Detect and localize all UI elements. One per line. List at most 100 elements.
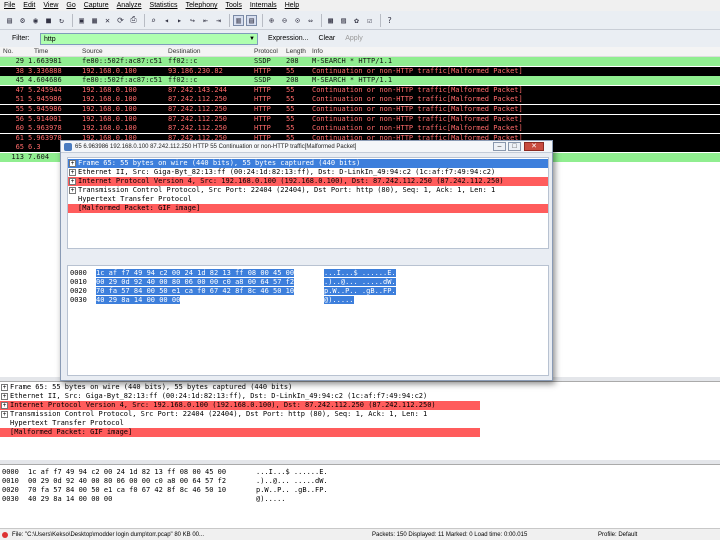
column-header-length[interactable]: Length: [286, 48, 306, 55]
column-header-info[interactable]: Info: [312, 48, 323, 55]
print-icon[interactable]: ⎙: [128, 15, 139, 26]
hex-bytes[interactable]: 70 fa 57 84 00 50 e1 ca f0 67 42 8f 8c 4…: [96, 287, 295, 295]
find-icon[interactable]: ⌕: [148, 15, 159, 26]
tree-row[interactable]: Hypertext Transfer Protocol: [68, 195, 548, 204]
hex-bytes[interactable]: 00 29 0d 92 40 00 80 06 00 00 c0 a8 00 6…: [96, 278, 295, 286]
restart-capture-icon[interactable]: ↻: [56, 15, 67, 26]
hex-ascii[interactable]: p.W..P.. .gB..FP.: [256, 486, 328, 494]
hex-bytes[interactable]: 1c af f7 49 94 c2 00 24 1d 82 13 ff 08 0…: [28, 468, 226, 476]
tree-row[interactable]: + Frame 65: 55 bytes on wire (440 bits), …: [0, 383, 480, 392]
packet-row[interactable]: 38 3.336888 192.168.0.100 93.186.230.82 HTTP…: [0, 66, 720, 76]
menu-item-tools[interactable]: Tools: [225, 2, 241, 9]
column-header-no[interactable]: No.: [3, 48, 13, 55]
preferences-icon[interactable]: ☑: [364, 15, 375, 26]
window-title[interactable]: 65 6.963986 192.168.0.100 87.242.112.250…: [61, 141, 552, 153]
menu-item-capture[interactable]: Capture: [84, 2, 109, 9]
hex-bytes[interactable]: 70 fa 57 84 00 50 e1 ca f0 67 42 8f 8c 4…: [28, 486, 226, 494]
hex-ascii[interactable]: .)..@... .....dW.: [324, 278, 396, 286]
menu-item-statistics[interactable]: Statistics: [150, 2, 178, 9]
maximize-button[interactable]: □: [508, 142, 521, 151]
capture-options-icon[interactable]: ⚙: [17, 15, 28, 26]
column-header-source[interactable]: Source: [82, 48, 103, 55]
packet-details-pane[interactable]: + Frame 65: 55 bytes on wire (440 bits), …: [0, 381, 720, 460]
expression-button[interactable]: Expression...: [268, 35, 308, 42]
stop-capture-icon[interactable]: ■: [43, 15, 54, 26]
go-back-icon[interactable]: ◂: [161, 15, 172, 26]
reload-icon[interactable]: ⟳: [115, 15, 126, 26]
tree-row[interactable]: + Transmission Control Protocol, Src Port…: [68, 186, 548, 195]
menu-item-go[interactable]: Go: [66, 2, 75, 9]
packet-row[interactable]: 51 5.945986 192.168.0.100 87.242.112.250 HTT…: [0, 95, 720, 105]
menu-item-analyze[interactable]: Analyze: [117, 2, 142, 9]
help-icon[interactable]: ?: [384, 15, 395, 26]
column-header-protocol[interactable]: Protocol: [254, 48, 278, 55]
hex-ascii[interactable]: ...I...$ ......E.: [256, 468, 328, 476]
zoom-in-icon[interactable]: ⊕: [266, 15, 277, 26]
hex-ascii[interactable]: p.W..P.. .gB..FP.: [324, 287, 396, 295]
expand-icon[interactable]: +: [1, 393, 8, 400]
start-capture-icon[interactable]: ◉: [30, 15, 41, 26]
hex-bytes[interactable]: 40 29 8a 14 00 00 00: [96, 296, 181, 304]
zoom-out-icon[interactable]: ⊖: [279, 15, 290, 26]
packet-row[interactable]: 29 1.663981 fe80::502f:ac87:c51 ff02::c SSDP…: [0, 57, 720, 66]
go-to-packet-icon[interactable]: ↪: [187, 15, 198, 26]
packet-row[interactable]: 47 5.245944 192.168.0.100 87.242.143.244 HTT…: [0, 85, 720, 95]
go-forward-icon[interactable]: ▸: [174, 15, 185, 26]
menu-item-view[interactable]: View: [43, 2, 58, 9]
tree-row[interactable]: + Internet Protocol Version 4, Src: 192.1…: [68, 177, 548, 186]
hex-ascii[interactable]: @).....: [324, 296, 354, 304]
packet-window[interactable]: 65 6.963986 192.168.0.100 87.242.112.250…: [60, 140, 553, 381]
hex-ascii[interactable]: ...I...$ ......E.: [324, 269, 396, 277]
colorize-icon[interactable]: ▥: [233, 14, 244, 26]
tree-row[interactable]: + Ethernet II, Src: Giga-Byt_82:13:ff (00…: [68, 168, 548, 177]
expand-icon[interactable]: +: [69, 178, 76, 185]
hex-ascii[interactable]: .)..@... .....dW.: [256, 477, 328, 485]
column-header-time[interactable]: Time: [34, 48, 48, 55]
interface-list-icon[interactable]: ▤: [4, 15, 15, 26]
clear-button[interactable]: Clear: [318, 35, 335, 42]
save-file-icon[interactable]: ▦: [89, 15, 100, 26]
packet-row[interactable]: 45 4.604686 fe80::502f:ac87:c51 ff02::c SSDP…: [0, 76, 720, 86]
last-packet-icon[interactable]: ⇥: [213, 15, 224, 26]
open-file-icon[interactable]: ▣: [76, 15, 87, 26]
expert-info-icon[interactable]: [2, 532, 8, 538]
display-filters-icon[interactable]: ▨: [338, 15, 349, 26]
window-bytes-view[interactable]: 0000 1c af f7 49 94 c2 00 24 1d 82 13 ff …: [67, 265, 549, 376]
menu-item-telephony[interactable]: Telephony: [186, 2, 218, 9]
packet-row[interactable]: 60 5.963978 192.168.0.100 87.242.112.250 HTT…: [0, 124, 720, 134]
hex-bytes[interactable]: 00 29 0d 92 40 00 80 06 00 00 c0 a8 00 6…: [28, 477, 226, 485]
column-header-destination[interactable]: Destination: [168, 48, 201, 55]
menu-item-help[interactable]: Help: [285, 2, 299, 9]
menu-item-edit[interactable]: Edit: [23, 2, 35, 9]
apply-button[interactable]: Apply: [345, 35, 363, 42]
chevron-down-icon[interactable]: ▼: [249, 34, 255, 45]
packet-bytes-pane[interactable]: 0000 1c af f7 49 94 c2 00 24 1d 82 13 ff …: [0, 464, 720, 528]
display-filter-input[interactable]: http ▼: [40, 32, 258, 45]
zoom-normal-icon[interactable]: ⊙: [292, 15, 303, 26]
expand-icon[interactable]: +: [1, 384, 8, 391]
close-file-icon[interactable]: ✕: [102, 15, 113, 26]
coloring-rules-icon[interactable]: ✿: [351, 15, 362, 26]
packet-row[interactable]: 55 5.945986 192.168.0.100 87.242.112.250 HTT…: [0, 105, 720, 114]
auto-scroll-icon[interactable]: ▤: [246, 14, 257, 26]
packet-row[interactable]: 56 5.914001 192.168.0.100 87.242.112.250 HTT…: [0, 114, 720, 124]
hex-bytes[interactable]: 40 29 8a 14 00 00 00: [28, 495, 112, 503]
tree-row[interactable]: + Internet Protocol Version 4, Src: 192.1…: [0, 401, 480, 410]
minimize-button[interactable]: –: [493, 142, 506, 151]
status-profile[interactable]: Profile: Default: [598, 529, 637, 540]
first-packet-icon[interactable]: ⇤: [200, 15, 211, 26]
resize-columns-icon[interactable]: ⇔: [305, 15, 316, 26]
capture-filters-icon[interactable]: ▩: [325, 15, 336, 26]
expand-icon[interactable]: +: [69, 187, 76, 194]
window-details-tree[interactable]: + Frame 65: 55 bytes on wire (440 bits), …: [67, 157, 549, 249]
menu-item-internals[interactable]: Internals: [250, 2, 277, 9]
tree-row[interactable]: [Malformed Packet: GIF image]: [0, 428, 480, 437]
menu-item-file[interactable]: File: [4, 2, 15, 9]
tree-row[interactable]: [Malformed Packet: GIF image]: [68, 204, 548, 213]
expand-icon[interactable]: +: [69, 169, 76, 176]
hex-ascii[interactable]: @).....: [256, 495, 286, 503]
tree-row[interactable]: Hypertext Transfer Protocol: [0, 419, 480, 428]
close-button[interactable]: ✕: [524, 142, 544, 151]
tree-row[interactable]: + Frame 65: 55 bytes on wire (440 bits), …: [68, 159, 548, 168]
hex-bytes[interactable]: 1c af f7 49 94 c2 00 24 1d 82 13 ff 08 0…: [96, 269, 295, 277]
